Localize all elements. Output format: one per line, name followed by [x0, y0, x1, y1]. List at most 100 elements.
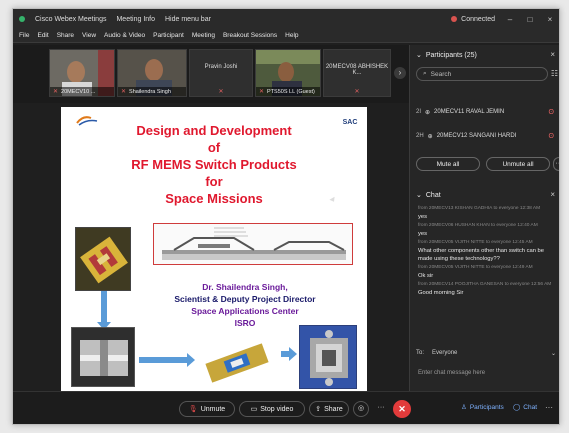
mic-off-icon: 🎙 — [188, 406, 198, 413]
side-panel: ⌄ Participants (25) × ⌕ Search ☷ 2I ⊕ 20… — [409, 45, 559, 391]
chat-meta: from 20MECV05 VIJITH NITTE to everyone 1… — [418, 240, 533, 245]
chat-text: Good morning Sir — [418, 290, 464, 296]
title-bar: Cisco Webex Meetings Meeting Info Hide m… — [13, 9, 559, 29]
video-tile[interactable]: ✕ PTS50S LL (Guest) — [255, 49, 321, 97]
arrow-right-icon — [139, 353, 195, 367]
menu-meeting[interactable]: Meeting — [192, 32, 215, 39]
tile-name: 20MECV10 ... — [61, 88, 96, 95]
unmute-button[interactable]: 🎙 Unmute — [179, 401, 235, 417]
mute-all-button[interactable]: Mute all — [416, 157, 480, 171]
author-name: Dr. Shailendra Singh, — [202, 282, 288, 292]
chat-meta: from 20MECV14 POOJITHA GANESAN to everyo… — [418, 282, 552, 287]
phone-icon: ⊕ — [427, 133, 433, 140]
chat-text: Ok sir — [418, 273, 434, 279]
switch-die-photo — [71, 327, 135, 387]
chat-title: Chat — [425, 191, 441, 199]
chat-header[interactable]: ⌄ Chat — [416, 191, 441, 200]
tile-name: Shailendra Singh — [129, 88, 171, 95]
packaged-switch-photo — [195, 339, 279, 387]
connection-status: Connected — [451, 16, 495, 23]
minimize-button[interactable]: – — [505, 15, 515, 24]
menu-participant[interactable]: Participant — [153, 32, 184, 39]
chat-message: from 20MECV14 POOJITHA GANESAN to everyo… — [418, 281, 558, 297]
arrow-right-icon — [281, 347, 297, 361]
tab-hide-menu[interactable]: Hide menu bar — [165, 16, 211, 23]
chat-toggle-label: Chat — [523, 403, 538, 411]
avatar: 2H — [416, 133, 424, 139]
video-tile[interactable]: ✕ Shailendra Singh — [117, 49, 187, 97]
meeting-toolbar: 🎙 Unmute ▭ Stop video ⇪ Share ◎ ··· ✕ ♙ … — [13, 391, 559, 424]
unmute-label: Unmute — [200, 405, 226, 413]
close-icon[interactable]: × — [550, 50, 555, 59]
share-icon: ⇪ — [315, 406, 322, 413]
tile-name: Pravin Joshi — [204, 64, 238, 70]
mic-off-icon: ✕ — [354, 89, 360, 95]
chat-meta: from 20MECV05 VIJITH NITTE to everyone 1… — [418, 265, 533, 270]
author-org: Space Applications Center — [191, 306, 299, 316]
chevron-down-icon: ⌄ — [416, 192, 422, 199]
stop-video-label: Stop video — [260, 405, 294, 413]
participants-header[interactable]: ⌄ Participants (25) — [416, 51, 477, 60]
participants-toggle-label: Participants — [469, 403, 504, 411]
mic-off-icon: ʘ — [548, 108, 554, 116]
mic-off-icon: ✕ — [259, 89, 265, 95]
chat-message: from 20MECV05 VIJITH NITTE to everyone 1… — [418, 264, 558, 280]
more-icon[interactable]: ··· — [373, 401, 389, 417]
slide-author-block: Dr. Shailendra Singh, Scientist & Deputy… — [145, 281, 345, 329]
mic-off-icon: ʘ — [548, 132, 554, 140]
avatar: 2I — [416, 109, 422, 115]
slide-title-line: Design and Development — [136, 123, 292, 138]
maximize-button[interactable]: □ — [525, 15, 535, 24]
phone-icon: ⊕ — [425, 109, 431, 116]
unmute-all-button[interactable]: Unmute all — [486, 157, 550, 171]
stop-video-button[interactable]: ▭ Stop video — [239, 401, 305, 417]
participants-title: Participants (25) — [425, 51, 477, 59]
video-camera-icon: ▭ — [250, 406, 258, 413]
chat-text: yes — [418, 214, 428, 220]
chat-message-input[interactable]: Enter chat message here — [416, 363, 556, 383]
participant-name: 20MECV11 RAVAL JEMIN — [434, 109, 505, 115]
chat-message: from 20MECV05 VIJITH NITTE to everyone 1… — [418, 239, 558, 263]
more-options-button[interactable]: ··· — [553, 157, 559, 171]
menu-edit[interactable]: Edit — [37, 32, 48, 39]
participant-row[interactable]: 2H ⊕ 20MECV12 SANGANI HARDI ʘ — [416, 129, 554, 143]
slide-title-line: RF MEMS Switch Products — [131, 157, 297, 172]
chat-recipient-select[interactable]: To: Everyone ⌄ — [416, 347, 556, 359]
chat-messages: from 20MECV13 KISHAN GADHIA to everyone … — [418, 205, 558, 298]
menu-breakout[interactable]: Breakout Sessions — [223, 32, 277, 39]
layout-icon[interactable]: ☷ — [551, 69, 558, 78]
menu-share[interactable]: Share — [57, 32, 74, 39]
chat-icon: ◯ — [513, 404, 521, 411]
video-strip: ✕ 20MECV10 ... ✕ Shailendra Singh Pravin J… — [13, 45, 409, 103]
end-call-button[interactable]: ✕ — [393, 400, 411, 418]
tab-meeting-info[interactable]: Meeting Info — [116, 16, 155, 23]
close-icon[interactable]: × — [550, 190, 555, 199]
menu-help[interactable]: Help — [285, 32, 298, 39]
menu-view[interactable]: View — [82, 32, 96, 39]
webex-logo-icon — [19, 16, 25, 22]
participant-row[interactable]: 2I ⊕ 20MECV11 RAVAL JEMIN ʘ — [416, 105, 554, 119]
record-button[interactable]: ◎ — [353, 401, 369, 417]
to-label: To: — [416, 350, 425, 356]
menu-audio-video[interactable]: Audio & Video — [104, 32, 145, 39]
chat-message: from 20MECV06 HUSHAN KHAN to everyone 12… — [418, 222, 558, 238]
next-tiles-button[interactable]: › — [394, 67, 406, 79]
tile-name: 20MECV08 ABHISHEK K... — [325, 64, 389, 76]
chevron-down-icon: ⌄ — [416, 52, 422, 59]
mems-cross-section-diagram — [153, 223, 353, 265]
chat-toggle-button[interactable]: ◯ Chat — [513, 403, 538, 412]
participant-search-input[interactable]: ⌕ Search — [416, 67, 548, 81]
more-icon[interactable]: ··· — [545, 403, 553, 412]
mems-chip-image — [75, 227, 131, 291]
slide-title: Design and Development of RF MEMS Switch… — [61, 122, 367, 207]
video-tile[interactable]: Pravin Joshi ✕ — [189, 49, 253, 97]
share-button[interactable]: ⇪ Share — [309, 401, 349, 417]
video-tile[interactable]: 20MECV08 ABHISHEK K... ✕ — [323, 49, 391, 97]
video-tile[interactable]: ✕ 20MECV10 ... — [49, 49, 115, 97]
chat-text: What other components other than switch … — [418, 248, 544, 262]
menu-file[interactable]: File — [19, 32, 29, 39]
tab-webex[interactable]: Cisco Webex Meetings — [35, 16, 106, 23]
participants-toggle-button[interactable]: ♙ Participants — [461, 403, 504, 412]
chat-meta: from 20MECV13 KISHAN GADHIA to everyone … — [418, 206, 541, 211]
close-window-button[interactable]: × — [545, 15, 555, 24]
